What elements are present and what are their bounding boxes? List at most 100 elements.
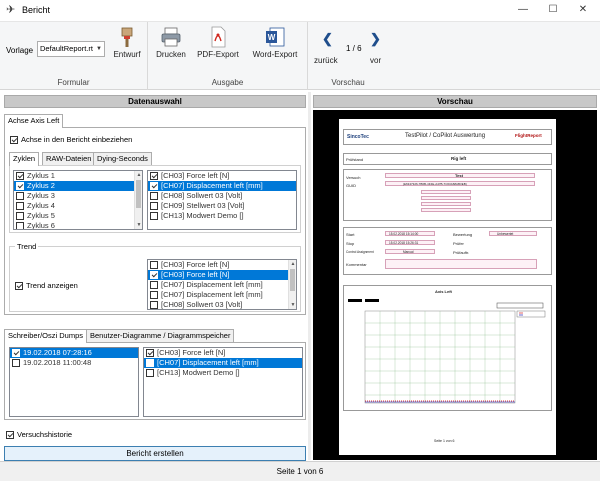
report-sub-field [421, 196, 471, 200]
window-title: Bericht [22, 5, 51, 15]
tab-benutzer-diagramme[interactable]: Benutzer-Diagramme / Diagrammspeicher [86, 329, 235, 342]
trend-channel-item-checkbox[interactable] [150, 261, 158, 270]
trend-channel-item-checkbox[interactable] [150, 281, 158, 290]
zyklus-item[interactable]: Zyklus 2 [14, 181, 142, 191]
tab-dying-seconds[interactable]: Dying-Seconds [93, 152, 152, 165]
trend-channel-item-label: [CH07] Displacement left [mm] [161, 280, 263, 289]
channel-item[interactable]: [CH08] Sollwert 03 [Volt] [148, 191, 296, 201]
zyklus-item-checkbox[interactable] [16, 212, 24, 221]
page-counter: 1 / 6 [346, 44, 362, 53]
include-axis-checkbox[interactable]: Achse in den Bericht einbeziehen [10, 135, 132, 145]
entwurf-button[interactable]: Entwurf [108, 26, 146, 59]
zyklen-list[interactable]: Zyklus 1 Zyklus 2 Zyklus 3 Zyklus 4 Zyklus 5… [13, 170, 143, 230]
channel-item-checkbox[interactable] [150, 172, 158, 181]
zyklus-item-label: Zyklus 4 [27, 201, 55, 210]
scroll-down-icon[interactable]: ▼ [135, 221, 142, 229]
ribbon-group-vorschau: ❮ ❯ zurück vor Vorschau [308, 22, 388, 90]
report-rig-value: Rig left [451, 156, 467, 161]
dump-item-checkbox[interactable] [12, 349, 20, 358]
close-icon[interactable]: ✕ [568, 2, 598, 18]
channel-item[interactable]: [CH13] Modwert Demo [] [148, 211, 296, 221]
dump-item-checkbox[interactable] [12, 359, 20, 368]
back-button[interactable]: zurück [314, 56, 338, 65]
svg-text:W: W [268, 33, 276, 42]
trend-channel-item[interactable]: [CH08] Sollwert 03 [Volt] [148, 300, 296, 309]
zyklus-item-checkbox[interactable] [16, 182, 24, 191]
vorlage-combo[interactable]: DefaultReport.rt ▼ [37, 41, 105, 57]
trend-channel-item-checkbox[interactable] [150, 291, 158, 300]
zyklus-item-checkbox[interactable] [16, 172, 24, 181]
dump-channel-item[interactable]: [CH07] Displacement left [mm] [144, 358, 302, 368]
group-label-vorschau: Vorschau [331, 78, 365, 87]
zyklus-item[interactable]: Zyklus 1 [14, 171, 142, 181]
report-page: SincoTec TestPilot / CoPilot Auswertung … [339, 119, 556, 455]
scroll-up-icon[interactable]: ▲ [135, 171, 142, 179]
zyklus-item[interactable]: Zyklus 5 [14, 211, 142, 221]
ribbon: Vorlage DefaultReport.rt ▼ Entwurf Formu… [0, 22, 600, 90]
zyklus-item[interactable]: Zyklus 3 [14, 191, 142, 201]
trend-channel-item[interactable]: [CH03] Force left [N] [148, 270, 296, 280]
tab-axis-left[interactable]: Achse Axis Left [4, 114, 64, 128]
tab-zyklen[interactable]: Zyklen [9, 152, 40, 166]
history-check[interactable] [6, 431, 14, 440]
report-logo-right: FlightReport [515, 133, 542, 138]
word-export-button[interactable]: W Word-Export [246, 26, 304, 59]
dump-channel-item-checkbox[interactable] [146, 369, 154, 378]
dump-channel-item-checkbox[interactable] [146, 349, 154, 358]
report-stop-label: Stop [346, 241, 355, 246]
channel-item[interactable]: [CH09] Stellwert 03 [Volt] [148, 201, 296, 211]
include-axis-check[interactable] [10, 136, 18, 145]
channel-item[interactable]: [CH07] Displacement left [mm] [148, 181, 296, 191]
zyklus-item[interactable]: Zyklus 6 [14, 221, 142, 230]
report-kommentar-label: Kommentar [346, 262, 367, 267]
channel-item-checkbox[interactable] [150, 202, 158, 211]
report-chart [348, 299, 546, 404]
splitter[interactable] [308, 92, 311, 460]
zyklen-scrollbar[interactable]: ▲ ▼ [134, 171, 142, 229]
trend-channel-item-label: [CH03] Force left [N] [161, 260, 230, 269]
dump-channel-item[interactable]: [CH03] Force left [N] [144, 348, 302, 358]
channel-item-checkbox[interactable] [150, 192, 158, 201]
pdf-export-button[interactable]: PDF-Export [194, 26, 242, 59]
maximize-icon[interactable]: ☐ [538, 2, 568, 18]
trend-channel-item[interactable]: [CH07] Displacement left [mm] [148, 290, 296, 300]
zyklus-item-checkbox[interactable] [16, 202, 24, 211]
dump-item[interactable]: 19.02.2018 11:00:48 [10, 358, 138, 368]
drucken-button[interactable]: Drucken [154, 26, 188, 59]
trend-channel-item-checkbox[interactable] [150, 271, 158, 280]
dump-item[interactable]: 19.02.2018 07:28:16 [10, 348, 138, 358]
zyklus-item-checkbox[interactable] [16, 222, 24, 229]
vorschau-header: Vorschau [313, 95, 597, 108]
channel-item-checkbox[interactable] [150, 212, 158, 221]
back-arrow-icon[interactable]: ❮ [322, 31, 333, 47]
dump-list[interactable]: 19.02.2018 07:28:16 19.02.2018 11:00:48 [9, 347, 139, 417]
trend-channel-item[interactable]: [CH03] Force left [N] [148, 260, 296, 270]
channel-list[interactable]: [CH03] Force left [N] [CH07] Displacement… [147, 170, 297, 230]
tab-raw-dateien[interactable]: RAW-Dateien [42, 152, 96, 165]
dump-channel-item[interactable]: [CH13] Modwert Demo [] [144, 368, 302, 378]
history-checkbox[interactable]: Versuchshistorie [6, 430, 72, 440]
create-report-button[interactable]: Bericht erstellen [4, 446, 306, 461]
tab-schreiber-dumps[interactable]: Schreiber/Oszi Dumps [4, 329, 88, 343]
dump-channel-item-checkbox[interactable] [146, 359, 154, 368]
minimize-icon[interactable]: — [508, 2, 538, 18]
channel-item-checkbox[interactable] [150, 182, 158, 191]
trend-channel-list[interactable]: [CH03] Force left [N] [CH03] Force left [… [147, 259, 297, 310]
report-pruefstand-label: Prüfstand [346, 157, 364, 162]
zyklus-item[interactable]: Zyklus 4 [14, 201, 142, 211]
trend-channel-item[interactable]: [CH07] Displacement left [mm] [148, 280, 296, 290]
zyklus-item-checkbox[interactable] [16, 192, 24, 201]
forward-button[interactable]: vor [370, 56, 381, 65]
scroll-thumb[interactable] [136, 180, 141, 208]
scroll-thumb[interactable] [290, 269, 295, 291]
scroll-up-icon[interactable]: ▲ [289, 260, 296, 268]
trend-channel-item-checkbox[interactable] [150, 301, 158, 309]
trend-scrollbar[interactable]: ▲ ▼ [288, 260, 296, 309]
forward-arrow-icon[interactable]: ❯ [370, 31, 381, 47]
scroll-down-icon[interactable]: ▼ [289, 301, 296, 309]
trend-show-check[interactable] [15, 282, 23, 291]
zyklus-item-label: Zyklus 6 [27, 221, 55, 230]
channel-item[interactable]: [CH03] Force left [N] [148, 171, 296, 181]
dump-channel-list[interactable]: [CH03] Force left [N] [CH07] Displacement… [143, 347, 303, 417]
trend-show-checkbox[interactable]: Trend anzeigen [15, 281, 78, 291]
